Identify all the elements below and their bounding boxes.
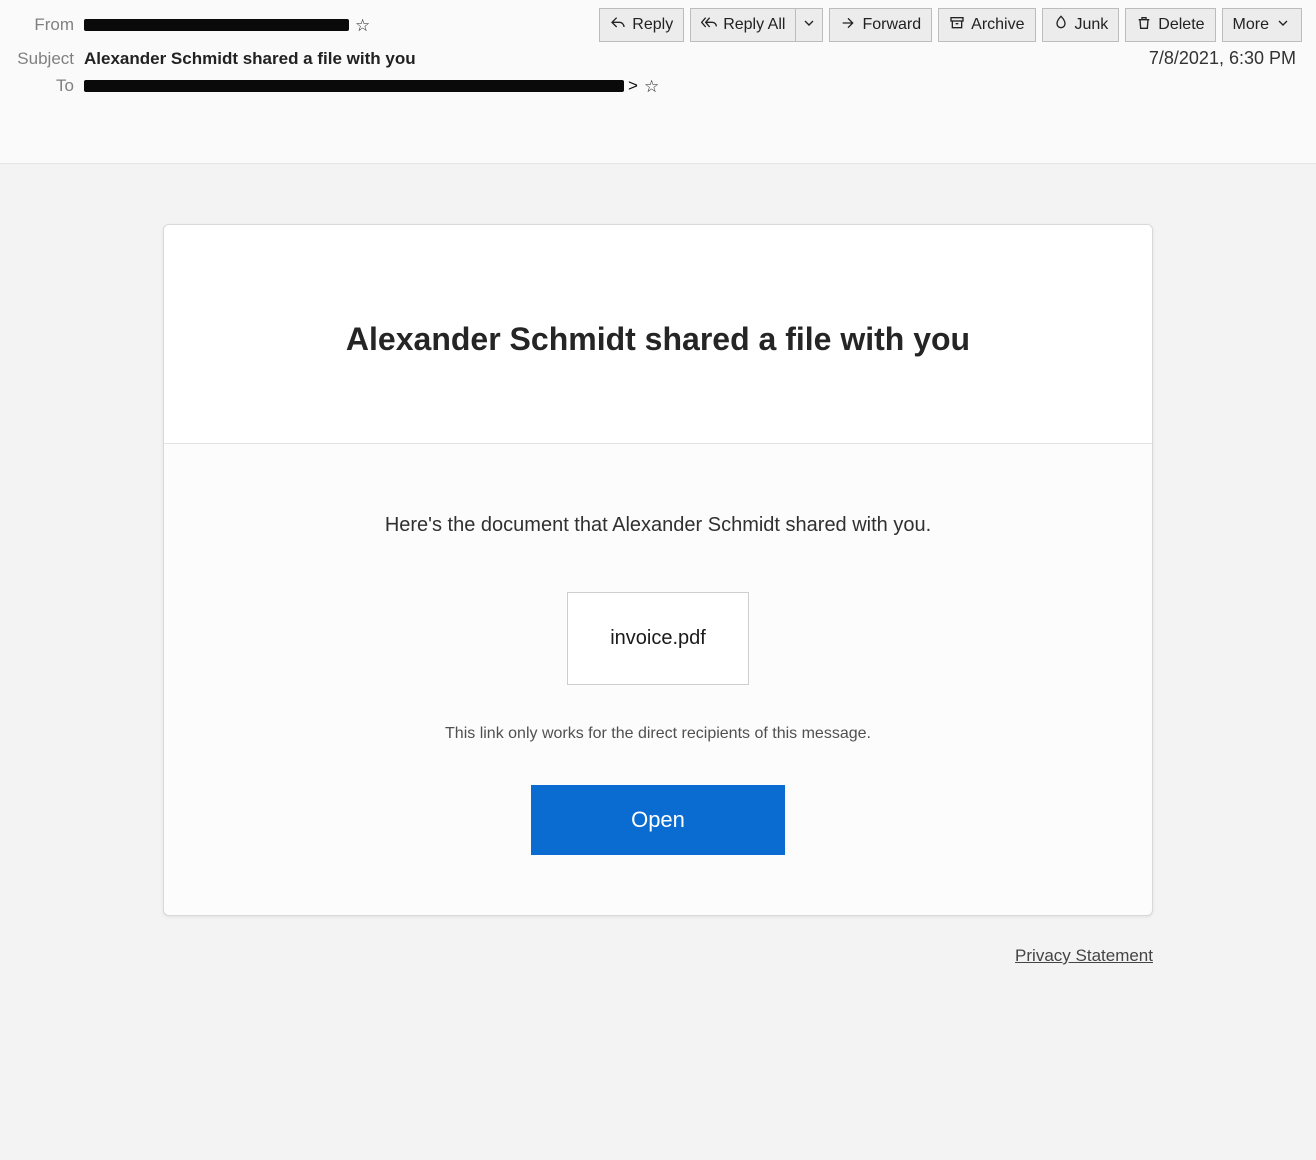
reply-label: Reply bbox=[632, 16, 673, 34]
reply-all-group: Reply All bbox=[690, 8, 823, 42]
from-value: ☆ bbox=[84, 17, 370, 34]
message-body-pane: Alexander Schmidt shared a file with you… bbox=[0, 164, 1316, 1006]
chevron-down-icon bbox=[1275, 15, 1291, 36]
subject-value: Alexander Schmidt shared a file with you bbox=[84, 49, 416, 69]
open-button-label: Open bbox=[631, 807, 685, 832]
archive-icon bbox=[949, 15, 965, 36]
privacy-row: Privacy Statement bbox=[163, 946, 1153, 966]
header-top-row: From ☆ Reply Reply All bbox=[14, 8, 1302, 42]
recipient-note: This link only works for the direct reci… bbox=[194, 725, 1122, 743]
card-title: Alexander Schmidt shared a file with you bbox=[194, 315, 1122, 363]
star-icon[interactable]: ☆ bbox=[644, 78, 659, 95]
card-body: Here's the document that Alexander Schmi… bbox=[164, 444, 1152, 915]
open-button[interactable]: Open bbox=[531, 785, 785, 855]
reply-all-button[interactable]: Reply All bbox=[690, 8, 795, 42]
to-redacted bbox=[84, 80, 624, 92]
card-header: Alexander Schmidt shared a file with you bbox=[164, 225, 1152, 444]
archive-button[interactable]: Archive bbox=[938, 8, 1035, 42]
message-header-pane: From ☆ Reply Reply All bbox=[0, 0, 1316, 164]
to-value: > ☆ bbox=[84, 76, 659, 96]
to-label: To bbox=[14, 76, 84, 96]
forward-label: Forward bbox=[862, 16, 921, 34]
from-label: From bbox=[14, 15, 84, 35]
star-icon[interactable]: ☆ bbox=[355, 17, 370, 34]
from-row: From ☆ bbox=[14, 10, 434, 40]
forward-button[interactable]: Forward bbox=[829, 8, 932, 42]
junk-button[interactable]: Junk bbox=[1042, 8, 1120, 42]
reply-all-dropdown[interactable] bbox=[795, 8, 823, 42]
delete-button[interactable]: Delete bbox=[1125, 8, 1215, 42]
file-name: invoice.pdf bbox=[610, 627, 706, 649]
message-date: 7/8/2021, 6:30 PM bbox=[1149, 48, 1302, 69]
to-row: To > ☆ bbox=[14, 71, 1302, 101]
more-label: More bbox=[1233, 16, 1269, 34]
junk-label: Junk bbox=[1075, 16, 1109, 34]
subject-row: Subject Alexander Schmidt shared a file … bbox=[14, 48, 1302, 69]
share-intro: Here's the document that Alexander Schmi… bbox=[194, 514, 1122, 537]
chevron-down-icon bbox=[801, 15, 817, 36]
to-suffix: > bbox=[628, 76, 638, 96]
reply-all-icon bbox=[701, 15, 717, 36]
reply-icon bbox=[610, 15, 626, 36]
file-attachment[interactable]: invoice.pdf bbox=[567, 592, 749, 685]
reply-button[interactable]: Reply bbox=[599, 8, 684, 42]
reply-all-label: Reply All bbox=[723, 16, 785, 34]
delete-label: Delete bbox=[1158, 16, 1204, 34]
subject-label: Subject bbox=[14, 49, 84, 69]
sharing-card: Alexander Schmidt shared a file with you… bbox=[163, 224, 1153, 916]
archive-label: Archive bbox=[971, 16, 1024, 34]
junk-icon bbox=[1053, 15, 1069, 36]
message-toolbar: Reply Reply All F bbox=[599, 8, 1302, 42]
more-button[interactable]: More bbox=[1222, 8, 1302, 42]
from-redacted bbox=[84, 19, 349, 31]
delete-icon bbox=[1136, 15, 1152, 36]
from-field-block: From ☆ bbox=[14, 8, 434, 42]
forward-icon bbox=[840, 15, 856, 36]
privacy-link[interactable]: Privacy Statement bbox=[1015, 946, 1153, 965]
